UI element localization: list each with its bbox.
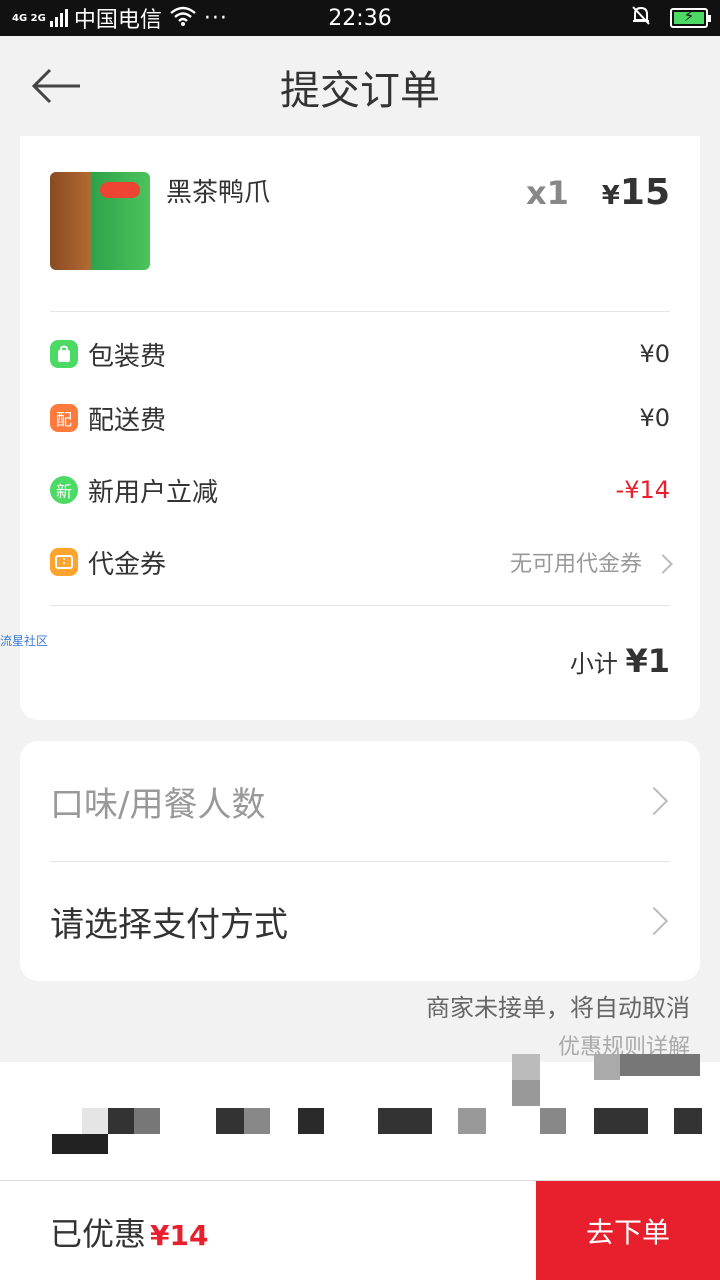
fee-row-new-user-discount: 新 新用户立减 -¥14 (50, 470, 670, 510)
fee-label: 包装费 (88, 341, 167, 372)
fee-value: ¥0 (639, 404, 670, 432)
battery-icon: ⚡ (670, 7, 711, 28)
chevron-right-icon (639, 906, 669, 936)
taste-diners-label: 口味/用餐人数 (50, 784, 266, 825)
subtotal: 小计 ¥1 (569, 642, 670, 680)
fee-row-delivery: 配 配送费 ¥0 (50, 398, 670, 438)
fee-value: -¥14 (615, 476, 670, 504)
order-summary-card: 黑茶鸭爪 x1 ¥15 包装费 ¥0 配 配送费 ¥0 新 新用户立减 -¥14… (20, 136, 700, 720)
ticket-icon (50, 548, 78, 576)
voucher-row[interactable]: 代金券 无可用代金券 (50, 542, 673, 582)
fee-label: 配送费 (88, 405, 167, 436)
mute-bell-icon (630, 4, 652, 32)
page-header: 提交订单 (0, 36, 720, 136)
taste-diners-row[interactable]: 口味/用餐人数 (50, 741, 670, 861)
bag-icon (50, 340, 78, 368)
product-price: ¥15 (601, 172, 670, 213)
chevron-right-icon (653, 554, 673, 574)
carrier-name: 中国电信 (73, 8, 162, 33)
network-type: 4G 2G (12, 12, 46, 24)
fee-label: 代金券 (88, 549, 167, 580)
payment-method-row[interactable]: 请选择支付方式 (50, 861, 670, 981)
bottom-bar: 已优惠 ¥14 去下单 (0, 1180, 720, 1280)
more-indicator: ··· (203, 5, 228, 31)
new-badge-icon: 新 (50, 476, 78, 504)
product-quantity: x1 (526, 174, 569, 212)
page-title: 提交订单 (280, 68, 440, 114)
place-order-button[interactable]: 去下单 (536, 1181, 720, 1280)
voucher-status: 无可用代金券 (510, 546, 673, 578)
watermark: 流星社区 (0, 634, 49, 648)
discount-summary: 已优惠 ¥14 (50, 1215, 209, 1253)
fee-row-packaging: 包装费 ¥0 (50, 334, 670, 374)
payment-method-label: 请选择支付方式 (50, 904, 288, 945)
product-image (50, 172, 150, 270)
status-bar: 4G 2G 中国电信 ··· 22:36 ⚡ (0, 0, 720, 36)
fee-value: ¥0 (639, 340, 670, 368)
redacted-area (0, 1054, 720, 1180)
product-name: 黑茶鸭爪 (166, 178, 271, 208)
delivery-badge-icon: 配 (50, 404, 78, 432)
divider (50, 311, 670, 312)
options-card: 口味/用餐人数 请选择支付方式 (20, 741, 700, 981)
notice-text: 商家未接单，将自动取消 (426, 994, 690, 1022)
chevron-right-icon (639, 786, 669, 816)
signal-icon (49, 9, 68, 27)
fee-label: 新用户立减 (88, 477, 219, 508)
divider (50, 605, 670, 606)
wifi-icon (170, 6, 196, 31)
